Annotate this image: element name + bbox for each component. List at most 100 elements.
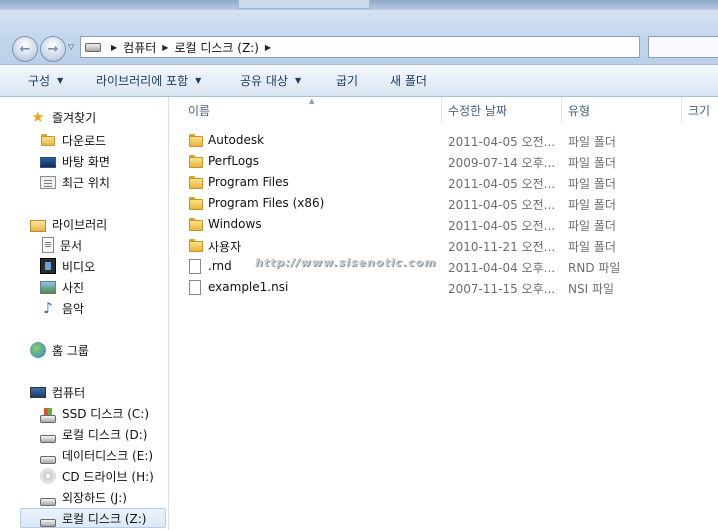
burn-button[interactable]: 굽기 xyxy=(336,65,358,96)
column-size-label: 크기 xyxy=(688,103,711,118)
watermark: http://www.sisenotic.com xyxy=(255,256,437,269)
file-list: ▲ 이름 수정한 날짜 유형 크기 Autodesk 2011-04-05 오전… xyxy=(169,97,718,530)
folder-icon xyxy=(188,238,204,252)
file-row[interactable]: Autodesk 2011-04-05 오전... 파일 폴더 xyxy=(169,130,718,151)
background-tab-ghost xyxy=(238,0,370,9)
homegroup-icon xyxy=(30,342,46,358)
burn-label: 굽기 xyxy=(336,74,359,88)
file-date: 2011-04-05 오전... xyxy=(448,177,556,191)
column-modified-label: 수정한 날짜 xyxy=(448,103,508,118)
nav-drive-e[interactable]: 데이터디스크 (E:) xyxy=(40,445,153,465)
folder-icon xyxy=(188,196,204,210)
address-bar[interactable]: ▶ 컴퓨터 ▶ 로컬 디스크 (Z:) ▶ xyxy=(80,36,640,58)
file-name: example1.nsi xyxy=(208,280,289,294)
new-folder-button[interactable]: 새 폴더 xyxy=(390,65,427,96)
nav-libraries[interactable]: 라이브러리 xyxy=(30,214,107,234)
dropdown-caret-icon: ▼ xyxy=(57,76,64,85)
file-name: 사용자 xyxy=(208,240,242,254)
nav-label: 문서 xyxy=(60,238,83,253)
nav-homegroup[interactable]: 홈 그룹 xyxy=(30,340,89,360)
command-toolbar: 구성 ▼ 라이브러리에 포함 ▼ 공유 대상 ▼ 굽기 새 폴더 xyxy=(0,65,718,97)
file-row[interactable]: 사용자 2010-11-21 오전... 파일 폴더 xyxy=(169,235,718,256)
include-in-library-button[interactable]: 라이브러리에 포함 ▼ xyxy=(96,65,201,96)
search-input[interactable] xyxy=(648,36,718,58)
nav-favorites[interactable]: ★ 즐겨찾기 xyxy=(30,107,96,127)
file-date: 2007-11-15 오후... xyxy=(448,282,556,296)
file-name: .rnd xyxy=(208,259,232,273)
nav-videos[interactable]: 비디오 xyxy=(40,256,95,276)
file-date: 2011-04-04 오후... xyxy=(448,261,556,275)
window-titlebar: ← → ▽ ▶ 컴퓨터 ▶ 로컬 디스크 (Z:) ▶ xyxy=(0,0,718,65)
column-divider[interactable] xyxy=(681,97,682,123)
file-type: NSI 파일 xyxy=(568,282,615,296)
nav-computer[interactable]: 컴퓨터 xyxy=(30,382,85,402)
drive-icon xyxy=(40,435,56,443)
breadcrumb-computer[interactable]: 컴퓨터 xyxy=(123,39,156,56)
nav-drive-j[interactable]: 외장하드 (J:) xyxy=(40,487,127,507)
file-type: 파일 폴더 xyxy=(568,198,616,212)
nav-label: 데이터디스크 (E:) xyxy=(62,448,154,463)
file-date: 2011-04-05 오전... xyxy=(448,135,556,149)
nav-label: 비디오 xyxy=(62,259,96,274)
breadcrumb-chevron-icon[interactable]: ▶ xyxy=(162,43,168,52)
column-header-size[interactable]: 크기 xyxy=(688,97,710,123)
nav-label: 음악 xyxy=(62,301,85,316)
breadcrumb-chevron-icon[interactable]: ▶ xyxy=(265,43,271,52)
file-date: 2009-07-14 오후... xyxy=(448,156,556,170)
folder-icon xyxy=(188,133,204,147)
nav-label: 최근 위치 xyxy=(62,175,110,190)
organize-button[interactable]: 구성 ▼ xyxy=(28,65,63,96)
forward-arrow-icon: → xyxy=(47,41,59,57)
nav-desktop[interactable]: 바탕 화면 xyxy=(40,151,110,171)
column-header-type[interactable]: 유형 xyxy=(568,97,590,123)
nav-recent[interactable]: 최근 위치 xyxy=(40,172,110,192)
title-strip xyxy=(0,0,718,10)
file-type: 파일 폴더 xyxy=(568,177,616,191)
pictures-icon xyxy=(40,280,56,294)
file-row[interactable]: Program Files (x86) 2011-04-05 오전... 파일 … xyxy=(169,193,718,214)
nav-drive-c[interactable]: SSD 디스크 (C:) xyxy=(40,403,149,423)
nav-pictures[interactable]: 사진 xyxy=(40,277,84,297)
file-name: Program Files xyxy=(208,175,289,189)
nav-drive-h[interactable]: CD 드라이브 (H:) xyxy=(40,466,154,486)
nav-music[interactable]: ♪ 음악 xyxy=(40,298,84,318)
nav-drive-d[interactable]: 로컬 디스크 (D:) xyxy=(40,424,147,444)
drive-icon xyxy=(40,498,56,506)
desktop-icon xyxy=(40,156,56,168)
file-row[interactable]: PerfLogs 2009-07-14 오후... 파일 폴더 xyxy=(169,151,718,172)
column-header-modified[interactable]: 수정한 날짜 xyxy=(448,97,507,123)
file-row[interactable]: Windows 2011-04-05 오전... 파일 폴더 xyxy=(169,214,718,235)
file-icon xyxy=(189,280,201,295)
column-name-label: 이름 xyxy=(188,103,211,118)
library-icon xyxy=(30,220,46,232)
organize-label: 구성 xyxy=(28,74,51,88)
file-icon xyxy=(189,259,201,274)
file-type: RND 파일 xyxy=(568,261,621,275)
file-date: 2010-11-21 오전... xyxy=(448,240,556,254)
back-button[interactable]: ← xyxy=(12,36,38,62)
nav-drive-z[interactable]: 로컬 디스크 (Z:) xyxy=(40,508,146,528)
breadcrumb-chevron-icon[interactable]: ▶ xyxy=(111,43,117,52)
folder-icon xyxy=(188,217,204,231)
file-row[interactable]: example1.nsi 2007-11-15 오후... NSI 파일 xyxy=(169,277,718,298)
column-divider[interactable] xyxy=(561,97,562,123)
share-with-button[interactable]: 공유 대상 ▼ xyxy=(240,65,301,96)
back-arrow-icon: ← xyxy=(19,41,31,57)
include-in-library-label: 라이브러리에 포함 xyxy=(96,74,189,88)
nav-label: CD 드라이브 (H:) xyxy=(62,469,154,484)
nav-label: 외장하드 (J:) xyxy=(62,490,127,505)
column-divider[interactable] xyxy=(441,97,442,123)
dropdown-caret-icon: ▼ xyxy=(195,76,202,85)
column-header-name[interactable]: 이름 xyxy=(188,97,210,123)
file-type: 파일 폴더 xyxy=(568,135,616,149)
file-row[interactable]: Program Files 2011-04-05 오전... 파일 폴더 xyxy=(169,172,718,193)
breadcrumb-drive[interactable]: 로컬 디스크 (Z:) xyxy=(174,39,258,56)
new-folder-label: 새 폴더 xyxy=(390,74,427,88)
nav-documents[interactable]: 문서 xyxy=(40,235,82,255)
file-row[interactable]: .rnd 2011-04-04 오후... RND 파일 xyxy=(169,256,718,277)
nav-downloads[interactable]: 다운로드 xyxy=(40,130,106,150)
history-dropdown-icon[interactable]: ▽ xyxy=(68,42,74,51)
forward-button[interactable]: → xyxy=(40,36,66,62)
sort-ascending-icon: ▲ xyxy=(309,97,315,105)
video-icon xyxy=(40,258,56,274)
